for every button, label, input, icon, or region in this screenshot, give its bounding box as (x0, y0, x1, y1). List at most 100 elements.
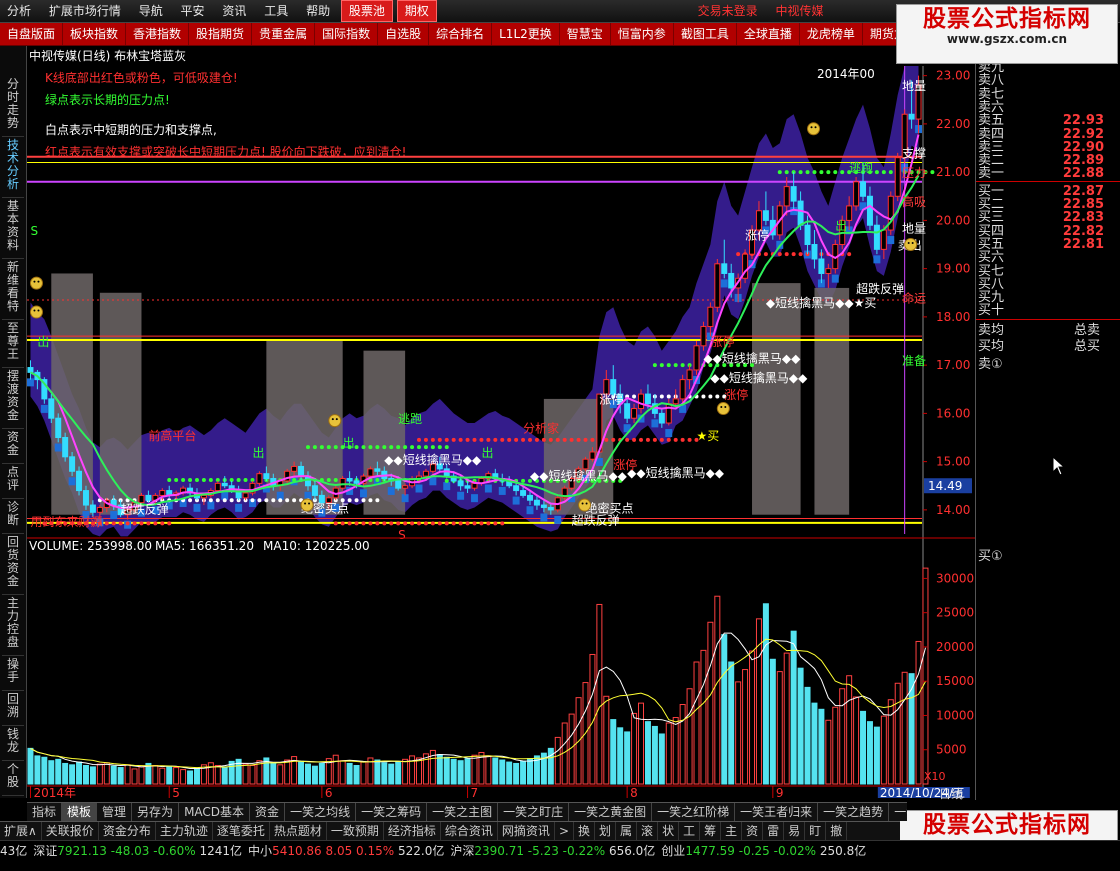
indicator-tab[interactable]: 资金 (250, 803, 286, 821)
period-button[interactable]: 日线 (930, 786, 972, 802)
volume-bar (658, 733, 665, 785)
sidebar-tab[interactable]: 诊断 (2, 501, 24, 534)
indicator-tab[interactable]: 一笑之红阶梯 (652, 803, 736, 821)
sidebar-tab[interactable]: 回货资金 (2, 536, 24, 595)
indicator-tab[interactable]: 一笑之黄金图 (569, 803, 653, 821)
indicator-tab[interactable]: 一笑王者归来 (735, 803, 819, 821)
info-tab[interactable]: 资 (742, 822, 764, 840)
info-tab[interactable]: 易 (784, 822, 806, 840)
shortcut-item[interactable]: 自盘版面 (0, 23, 64, 45)
indicator-tab[interactable]: 一笑之趋势 (818, 803, 890, 821)
info-tab[interactable]: 工 (679, 822, 701, 840)
info-tab[interactable]: 盯 (805, 822, 827, 840)
index-quote[interactable]: 沪深2390.71 -5.23 -0.22% 656.0亿 (450, 844, 655, 858)
indicator-tab[interactable]: 指标 (27, 803, 63, 821)
info-tab[interactable]: 换 (574, 822, 596, 840)
info-tab[interactable]: 主 (721, 822, 743, 840)
sidebar-tab[interactable]: 操手 (2, 658, 24, 691)
shortcut-item[interactable]: 贵重金属 (252, 23, 316, 45)
info-tab[interactable]: 状 (658, 822, 680, 840)
indicator-tab[interactable]: 另存为 (132, 803, 180, 821)
indicator-tab[interactable]: 管理 (97, 803, 133, 821)
indicator-tab[interactable]: 一笑之变天 (889, 803, 907, 821)
info-tab[interactable]: 主力轨迹 (156, 822, 213, 840)
shortcut-item[interactable]: 期货力 (863, 23, 900, 45)
info-tab[interactable]: 热点题材 (270, 822, 327, 840)
sidebar-tab[interactable]: 技术分析 (2, 139, 24, 198)
info-tab[interactable]: 关联报价 (42, 822, 99, 840)
volume-bar (707, 621, 714, 785)
info-tab[interactable]: > (555, 822, 574, 840)
sidebar-tab[interactable]: 点评 (2, 466, 24, 499)
indicator-tab[interactable]: 一笑之筹码 (356, 803, 428, 821)
sidebar-tab[interactable]: 至尊王 (2, 322, 24, 368)
menu-help[interactable]: 帮助 (299, 0, 337, 22)
kline-chart[interactable]: 卖出逃跑逃跑暴涨★买超跌反弹◆短线擒黑马◆◆★买◆◆短线擒黑马◆◆◆◆短线擒黑马… (27, 46, 975, 798)
info-tab[interactable]: 资金分布 (99, 822, 156, 840)
sidebar-tab[interactable]: 基本资料 (2, 200, 24, 259)
info-tab[interactable]: 网摘资讯 (498, 822, 555, 840)
shortcut-item[interactable]: 自选股 (378, 23, 430, 45)
shortcut-item[interactable]: 龙虎榜单 (800, 23, 863, 45)
info-tab[interactable]: 扩展∧ (0, 822, 42, 840)
pressure-dot (666, 394, 671, 399)
info-tab[interactable]: 雷 (763, 822, 785, 840)
shortcut-item[interactable]: 恒富内参 (611, 23, 674, 45)
info-tab[interactable]: 属 (616, 822, 638, 840)
shortcut-item[interactable]: 综合排名 (429, 23, 493, 45)
index-quote[interactable]: 中小5410.86 8.05 0.15% 522.0亿 (248, 844, 444, 858)
volume-bar (513, 762, 520, 785)
trade-login-status[interactable]: 交易未登录 (691, 0, 765, 22)
sidebar-tab[interactable]: 钱龙 (2, 728, 24, 761)
menu-news[interactable]: 资讯 (215, 0, 253, 22)
shortcut-item[interactable]: 全球直播 (737, 23, 800, 45)
info-tab[interactable]: 筹 (700, 822, 722, 840)
indicator-tab[interactable]: 一笑之主图 (427, 803, 499, 821)
sidebar-tab[interactable]: 个股 (2, 763, 24, 796)
shortcut-item[interactable]: 板块指数 (63, 23, 127, 45)
index-quote[interactable]: 深证7921.13 -48.03 -0.60% 1241亿 (33, 844, 242, 858)
sidebar-tab[interactable]: 主力控盘 (2, 597, 24, 656)
info-tab[interactable]: 经济指标 (384, 822, 441, 840)
indicator-tab[interactable]: MACD基本 (179, 803, 251, 821)
pressure-dot (326, 477, 331, 482)
menu-stock-pool[interactable]: 股票池 (340, 0, 393, 22)
menu-tools[interactable]: 工具 (257, 0, 295, 22)
menu-navigation[interactable]: 导航 (132, 0, 170, 22)
info-tab[interactable]: 逐笔委托 (213, 822, 270, 840)
volume-bar (221, 766, 228, 785)
volume-y-tick-label: 25000 (936, 606, 974, 620)
sidebar-tab[interactable]: 新维看特 (2, 261, 24, 320)
sidebar-tab[interactable]: 摆渡资金 (2, 370, 24, 429)
menu-extended-market[interactable]: 扩展市场行情 (42, 0, 128, 22)
support-tile (387, 486, 395, 495)
y-tick-label: 22.00 (936, 117, 970, 131)
sidebar-tab[interactable]: 资金 (2, 431, 24, 464)
menu-pingan[interactable]: 平安 (174, 0, 212, 22)
indicator-tab[interactable]: 模板 (62, 803, 98, 821)
pressure-dot (132, 521, 137, 526)
volume-bar (735, 681, 742, 785)
shortcut-item[interactable]: 香港指数 (126, 23, 190, 45)
indicator-tab[interactable]: 一笑之均线 (285, 803, 357, 821)
shortcut-item[interactable]: 股指期货 (189, 23, 253, 45)
menu-analysis[interactable]: 分析 (0, 0, 38, 22)
menu-options[interactable]: 期权 (396, 0, 437, 22)
info-tab[interactable]: 滚 (637, 822, 659, 840)
info-tab[interactable]: 综合资讯 (441, 822, 498, 840)
volume-bar (311, 765, 318, 785)
info-tab[interactable]: 一致预期 (327, 822, 384, 840)
shortcut-item[interactable]: 智慧宝 (560, 23, 611, 45)
index-quote[interactable]: 创业1477.59 -0.25 -0.02% 250.8亿 (661, 844, 866, 858)
pressure-dot (146, 521, 151, 526)
support-tile (887, 236, 895, 245)
sidebar-tab[interactable]: 分时走势 (2, 78, 24, 137)
shortcut-item[interactable]: L1L2更换 (492, 23, 560, 45)
info-tab[interactable]: 划 (595, 822, 617, 840)
volume-y-tick-label: 5000 (936, 743, 967, 757)
indicator-tab[interactable]: 一笑之盯庄 (498, 803, 570, 821)
sidebar-tab[interactable]: 回溯 (2, 693, 24, 726)
shortcut-item[interactable]: 截图工具 (674, 23, 737, 45)
shortcut-item[interactable]: 国际指数 (315, 23, 379, 45)
info-tab[interactable]: 撤 (826, 822, 848, 840)
